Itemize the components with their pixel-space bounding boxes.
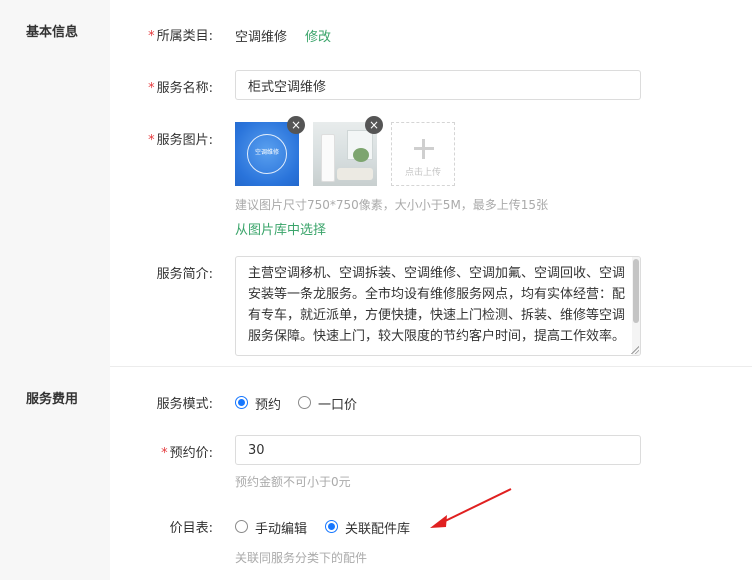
arrow-head: [430, 515, 447, 528]
annotation-arrow-icon: [430, 488, 512, 528]
arrow-line: [440, 488, 512, 524]
